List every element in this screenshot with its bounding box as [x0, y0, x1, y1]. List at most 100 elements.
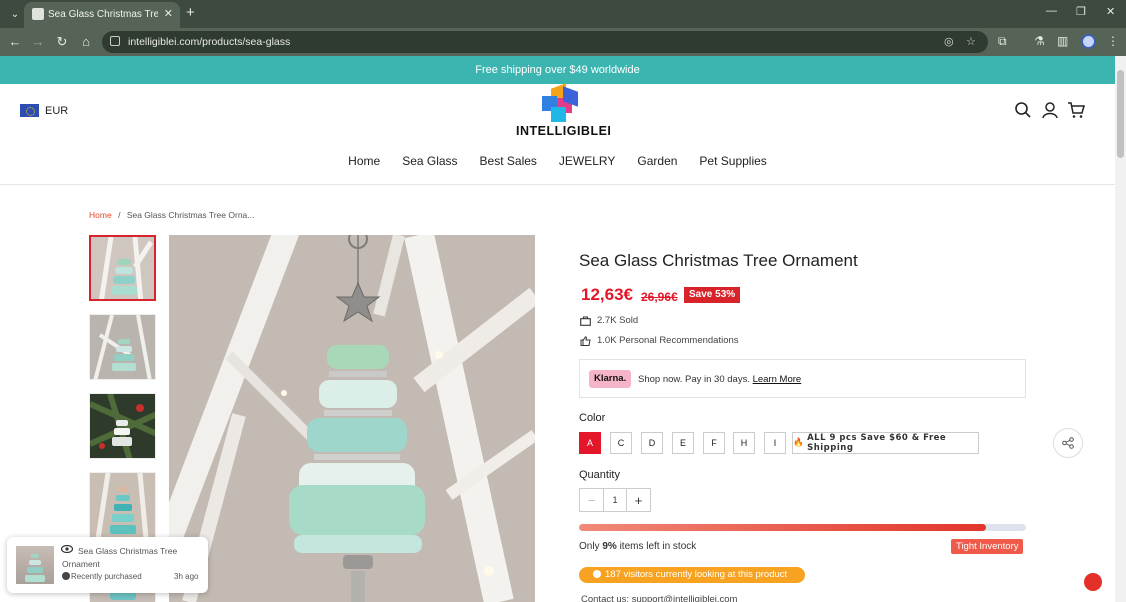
- account-icon[interactable]: [1041, 101, 1059, 119]
- profile-avatar-icon[interactable]: [1081, 34, 1096, 49]
- product-thumbnail[interactable]: [89, 314, 156, 380]
- visitors-text: 187 visitors currently looking at this p…: [605, 569, 788, 580]
- sold-count: 2.7K Sold: [597, 315, 639, 326]
- browser-toolbar: ← → ↻ ⌂ intelligiblei.com/products/sea-g…: [0, 28, 1126, 56]
- tab-title: Sea Glass Christmas Tree Ornament: [48, 9, 158, 20]
- logo-cubes-icon: [542, 83, 578, 122]
- reload-icon[interactable]: ↻: [54, 34, 70, 50]
- popup-time: 3h ago: [174, 572, 199, 581]
- eu-flag-icon: [20, 104, 39, 117]
- contact-info: Contact us: support@intelligiblei.com: [581, 594, 738, 602]
- product-thumbnail[interactable]: [89, 393, 156, 459]
- lab-flask-icon[interactable]: ⚗: [1034, 34, 1045, 48]
- breadcrumb-current: Sea Glass Christmas Tree Orna...: [126, 210, 255, 220]
- tab-favicon-icon: [32, 8, 44, 20]
- breadcrumb-home-link[interactable]: Home: [89, 210, 112, 220]
- forward-icon[interactable]: →: [30, 34, 46, 49]
- color-option-c[interactable]: C: [610, 432, 632, 454]
- chat-widget-button[interactable]: [1084, 573, 1102, 591]
- color-option-d[interactable]: D: [641, 432, 663, 454]
- stock-text: Only 9% items left in stock: [579, 541, 696, 552]
- sold-count-row: 2.7K Sold: [580, 315, 638, 326]
- product-thumbnail[interactable]: [89, 472, 156, 538]
- nav-item-home[interactable]: Home: [337, 154, 391, 168]
- thumbnail-image: [90, 394, 155, 458]
- stock-percent: 9%: [602, 541, 617, 552]
- scrollbar-thumb[interactable]: [1117, 70, 1124, 158]
- klarna-learn-more-link[interactable]: Learn More: [753, 374, 802, 385]
- site-info-icon[interactable]: [110, 36, 120, 46]
- product-main-image[interactable]: [169, 235, 535, 602]
- tight-inventory-badge: Tight Inventory: [951, 539, 1024, 554]
- compare-price: 26,96€: [641, 290, 678, 304]
- page-scrollbar[interactable]: [1115, 56, 1126, 602]
- browser-tab-bar: ⌄ Sea Glass Christmas Tree Ornament ✕ + …: [0, 0, 1126, 28]
- color-option-a[interactable]: A: [579, 432, 601, 454]
- quantity-increase-button[interactable]: +: [627, 489, 650, 511]
- klarna-logo: Klarna.: [589, 370, 632, 388]
- browser-menu-icon[interactable]: ⋮: [1107, 34, 1119, 48]
- klarna-text: Shop now. Pay in 30 days. Learn More: [638, 374, 801, 385]
- url-text[interactable]: intelligiblei.com/products/sea-glass: [128, 36, 290, 48]
- new-tab-icon[interactable]: +: [186, 4, 195, 21]
- color-option-i[interactable]: I: [764, 432, 786, 454]
- tab-close-icon[interactable]: ✕: [164, 7, 173, 20]
- color-option-bundle[interactable]: 🔥 ALL 9 pcs Save $60 & Free Shipping: [792, 432, 979, 454]
- eye-icon: [593, 569, 601, 578]
- share-button[interactable]: [1053, 428, 1083, 458]
- share-icon: [1062, 437, 1074, 449]
- restore-icon[interactable]: ❐: [1076, 5, 1086, 18]
- recent-purchase-popup[interactable]: Sea Glass Christmas Tree Ornament Recent…: [7, 537, 208, 593]
- popup-product-title: Sea Glass Christmas Tree Ornament: [62, 546, 178, 569]
- quantity-label: Quantity: [579, 469, 620, 481]
- search-icon[interactable]: [1014, 101, 1032, 119]
- announcement-bar: Free shipping over $49 worldwide: [0, 56, 1115, 84]
- tab-search-chevron-icon[interactable]: ⌄: [6, 5, 24, 23]
- nav-item-pet-supplies[interactable]: Pet Supplies: [688, 154, 777, 168]
- logo-text: INTELLIGIBLEI: [516, 124, 612, 138]
- color-option-h[interactable]: H: [733, 432, 755, 454]
- side-panel-icon[interactable]: ▥: [1057, 34, 1068, 48]
- bookmark-star-icon[interactable]: ☆: [966, 35, 976, 48]
- recommendations-count: 1.0K Personal Recommendations: [597, 335, 739, 346]
- browser-tab[interactable]: Sea Glass Christmas Tree Ornament ✕: [24, 2, 180, 28]
- visitors-banner: 187 visitors currently looking at this p…: [579, 567, 805, 583]
- recommendations-row: 1.0K Personal Recommendations: [580, 335, 739, 346]
- thumbnail-image: [90, 473, 155, 537]
- nav-item-best-sales[interactable]: Best Sales: [469, 154, 548, 168]
- product-photo: [169, 235, 535, 602]
- color-option-f[interactable]: F: [703, 432, 725, 454]
- product-thumbnail[interactable]: [89, 235, 156, 301]
- nav-item-sea-glass[interactable]: Sea Glass: [391, 154, 468, 168]
- color-label: Color: [579, 412, 606, 424]
- thumbnail-image: [90, 315, 155, 379]
- stock-progress-bar: [579, 524, 1026, 531]
- nav-item-garden[interactable]: Garden: [626, 154, 688, 168]
- currency-selector[interactable]: EUR: [20, 104, 68, 117]
- back-icon[interactable]: ←: [7, 34, 23, 49]
- product-title: Sea Glass Christmas Tree Ornament: [579, 251, 858, 270]
- stock-suffix: items left in stock: [619, 541, 697, 552]
- stock-progress-fill: [579, 524, 986, 531]
- color-option-e[interactable]: E: [672, 432, 694, 454]
- web-page: Free shipping over $49 worldwide EUR INT…: [0, 56, 1115, 602]
- quantity-decrease-button[interactable]: −: [580, 489, 603, 511]
- window-close-icon[interactable]: ✕: [1106, 5, 1115, 18]
- quantity-input[interactable]: 1: [603, 489, 627, 511]
- check-circle-icon: [62, 572, 70, 580]
- klarna-message: Shop now. Pay in 30 days.: [638, 374, 750, 385]
- bag-icon: [580, 315, 591, 326]
- currency-label: EUR: [45, 104, 69, 117]
- tracking-eye-off-icon[interactable]: ◎: [944, 35, 954, 48]
- site-logo[interactable]: INTELLIGIBLEI: [516, 83, 612, 140]
- thumbs-up-icon: [580, 335, 591, 346]
- main-navigation: Home Sea Glass Best Sales JEWELRY Garden…: [0, 154, 1115, 168]
- klarna-banner: Klarna. Shop now. Pay in 30 days. Learn …: [579, 359, 1026, 398]
- nav-item-jewelry[interactable]: JEWELRY: [548, 154, 626, 168]
- address-bar[interactable]: intelligiblei.com/products/sea-glass ◎ ☆: [102, 31, 988, 53]
- home-icon[interactable]: ⌂: [78, 34, 94, 49]
- minimize-icon[interactable]: —: [1046, 5, 1057, 17]
- extensions-icon[interactable]: ⧉: [998, 34, 1007, 49]
- cart-icon[interactable]: [1067, 101, 1085, 119]
- breadcrumb-separator: /: [118, 210, 121, 220]
